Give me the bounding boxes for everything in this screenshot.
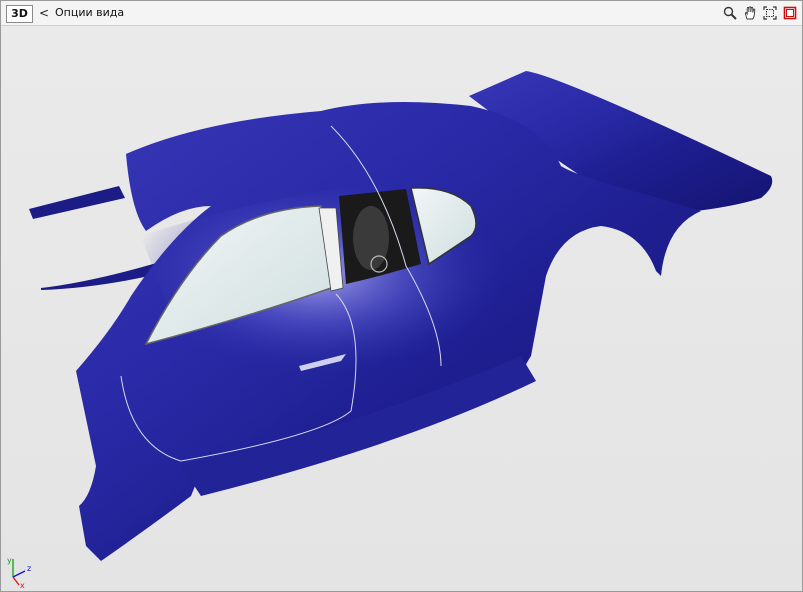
3d-viewport[interactable]: y z x bbox=[1, 26, 802, 591]
zoom-button[interactable] bbox=[721, 4, 739, 22]
x-axis-line bbox=[12, 576, 20, 586]
view-tools bbox=[721, 4, 799, 22]
viewer-window: 3D < Опции вида y z x bbox=[0, 0, 803, 592]
pan-button[interactable] bbox=[741, 4, 759, 22]
zoom-icon bbox=[723, 6, 737, 20]
y-axis-label: y bbox=[7, 556, 12, 565]
back-chevron-icon[interactable]: < bbox=[39, 5, 49, 21]
x-axis-label: x bbox=[20, 581, 25, 589]
close-window-icon bbox=[783, 6, 797, 20]
pan-hand-icon bbox=[744, 6, 756, 20]
axis-triad: y z x bbox=[7, 556, 31, 589]
close-view-button[interactable] bbox=[781, 4, 799, 22]
view-options-menu[interactable]: Опции вида bbox=[55, 5, 124, 21]
fit-view-icon bbox=[763, 6, 777, 20]
z-axis-line bbox=[12, 570, 26, 578]
z-axis-label: z bbox=[27, 564, 31, 573]
front-splitter-left bbox=[29, 186, 125, 219]
fit-view-button[interactable] bbox=[761, 4, 779, 22]
viewer-toolbar: 3D < Опции вида bbox=[1, 1, 802, 26]
mode-badge-3d[interactable]: 3D bbox=[6, 5, 33, 23]
car-body-model[interactable] bbox=[1, 26, 802, 591]
interior-seat bbox=[353, 206, 389, 270]
